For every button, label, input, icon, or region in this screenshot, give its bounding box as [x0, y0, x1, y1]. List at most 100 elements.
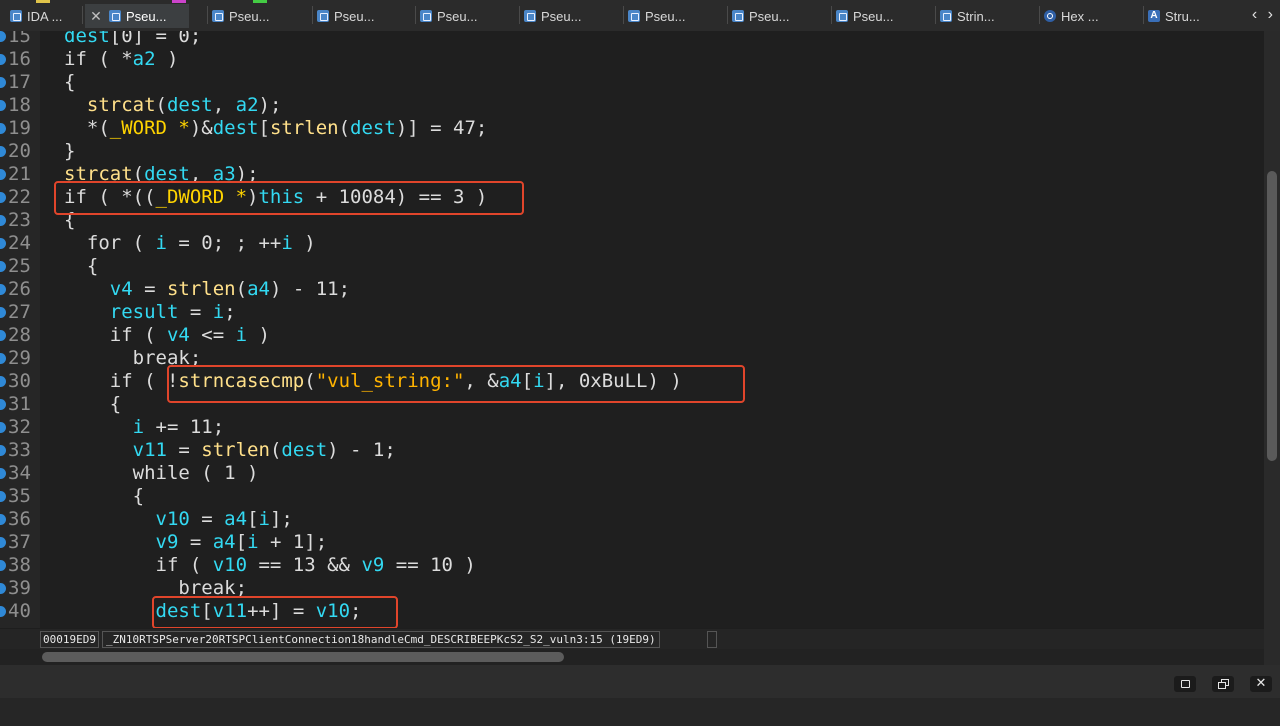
breakpoint-marker-icon[interactable] — [0, 606, 6, 617]
code-token: ( — [155, 94, 167, 116]
line-number: 38 — [8, 554, 31, 576]
breakpoint-marker-icon[interactable] — [0, 123, 6, 134]
tab-separator — [519, 6, 520, 24]
line-number: 22 — [8, 186, 31, 208]
code-line[interactable]: 17 { — [0, 71, 1264, 94]
breakpoint-marker-icon[interactable] — [0, 537, 6, 548]
breakpoint-marker-icon[interactable] — [0, 215, 6, 226]
close-icon[interactable]: ✕ — [89, 8, 103, 25]
maximize-icon — [1181, 680, 1190, 688]
panel-close-button[interactable]: ✕ — [1250, 675, 1272, 692]
code-line[interactable]: 37 v9 = a4[i + 1]; — [0, 531, 1264, 554]
vertical-scrollbar-thumb[interactable] — [1267, 171, 1277, 461]
breakpoint-marker-icon[interactable] — [0, 100, 6, 111]
breakpoint-marker-icon[interactable] — [0, 77, 6, 88]
breakpoint-marker-icon[interactable] — [0, 560, 6, 571]
tab-2[interactable]: Pseu... — [210, 4, 308, 28]
pseudocode-editor[interactable]: 15 dest[0] = 0; 16 if ( *a2 ) 17{18 strcat(d… — [0, 31, 1264, 628]
breakpoint-marker-icon[interactable] — [0, 422, 6, 433]
code-line[interactable]: 19 *(_WORD *)&dest[strlen(dest)] = 47; — [0, 117, 1264, 140]
code-line[interactable]: 24 for ( i = 0; ; ++i ) — [0, 232, 1264, 255]
line-number: 36 — [8, 508, 31, 530]
code-token: = — [132, 278, 167, 300]
breakpoint-marker-icon[interactable] — [0, 169, 6, 180]
code-token: ( — [338, 117, 351, 139]
tab-scroll-arrows[interactable]: ‹ › — [1252, 6, 1276, 24]
code-text: v11 = strlen(dest) - 1; — [64, 439, 396, 462]
code-token: { — [64, 71, 76, 93]
tab-6[interactable]: Pseu... — [626, 4, 724, 28]
breakpoint-marker-icon[interactable] — [0, 399, 6, 410]
code-line[interactable]: 28 if ( v4 <= i ) — [0, 324, 1264, 347]
code-token: dest — [281, 439, 328, 461]
tab-0[interactable]: IDA ... — [8, 4, 78, 28]
breakpoint-marker-icon[interactable] — [0, 583, 6, 594]
breakpoint-marker-icon[interactable] — [0, 514, 6, 525]
breakpoint-marker-icon[interactable] — [0, 307, 6, 318]
tab-9[interactable]: Strin... — [938, 4, 1036, 28]
panel-float-button[interactable] — [1212, 676, 1234, 692]
tab-10[interactable]: Hex ... — [1042, 4, 1140, 28]
tab-3[interactable]: Pseu... — [315, 4, 413, 28]
line-number: 26 — [8, 278, 31, 300]
breakpoint-marker-icon[interactable] — [0, 261, 6, 272]
code-line[interactable]: 38 if ( v10 == 13 && v9 == 10 ) — [0, 554, 1264, 577]
status-extra-field — [707, 631, 717, 648]
code-token: = — [166, 439, 202, 461]
tab-7[interactable]: Pseu... — [730, 4, 828, 28]
code-line[interactable]: 36 v10 = a4[i]; — [0, 508, 1264, 531]
code-text: if ( v10 == 13 && v9 == 10 ) — [64, 554, 476, 577]
breakpoint-marker-icon[interactable] — [0, 468, 6, 479]
tab-11[interactable]: A Stru... — [1146, 4, 1244, 28]
breakpoint-marker-icon[interactable] — [0, 238, 6, 249]
horizontal-scrollbar-thumb[interactable] — [42, 652, 564, 662]
tab-1[interactable]: ✕ Pseu... — [85, 4, 189, 28]
pseudocode-icon — [524, 10, 536, 22]
code-line[interactable]: 18 strcat(dest, a2); — [0, 94, 1264, 117]
breakpoint-marker-icon[interactable] — [0, 284, 6, 295]
line-number: 29 — [8, 347, 31, 369]
line-number: 20 — [8, 140, 31, 162]
breakpoint-marker-icon[interactable] — [0, 330, 6, 341]
code-token: dest — [64, 31, 110, 47]
code-line[interactable]: 34 while ( 1 ) — [0, 462, 1264, 485]
code-line[interactable]: 25 { — [0, 255, 1264, 278]
tab-5[interactable]: Pseu... — [522, 4, 620, 28]
code-line[interactable]: 35 { — [0, 485, 1264, 508]
tab-separator — [1143, 6, 1144, 24]
code-line[interactable]: 32 i += 11; — [0, 416, 1264, 439]
tab-separator — [312, 6, 313, 24]
code-text: strcat(dest, a2); — [64, 94, 282, 117]
breakpoint-marker-icon[interactable] — [0, 54, 6, 65]
horizontal-scrollbar[interactable] — [0, 649, 1264, 665]
line-number: 16 — [8, 48, 31, 70]
code-token: *( — [64, 117, 110, 139]
breakpoint-marker-icon[interactable] — [0, 353, 6, 364]
line-number: 18 — [8, 94, 31, 116]
breakpoint-marker-icon[interactable] — [0, 376, 6, 387]
breakpoint-marker-icon[interactable] — [0, 146, 6, 157]
line-number: 27 — [8, 301, 31, 323]
breakpoint-marker-icon[interactable] — [0, 192, 6, 203]
code-line[interactable]: 15 dest[0] = 0; — [0, 31, 1264, 48]
tab-4[interactable]: Pseu... — [418, 4, 516, 28]
code-token: strlen — [201, 439, 270, 461]
line-number: 33 — [8, 439, 31, 461]
vertical-scrollbar[interactable] — [1264, 31, 1280, 671]
code-line[interactable]: 20} — [0, 140, 1264, 163]
breakpoint-marker-icon[interactable] — [0, 31, 6, 42]
code-line[interactable]: 27 result = i; — [0, 301, 1264, 324]
breakpoint-marker-icon[interactable] — [0, 491, 6, 502]
code-line[interactable]: 33 v11 = strlen(dest) - 1; — [0, 439, 1264, 462]
current-address: 00019ED9 — [40, 631, 99, 648]
code-token: { — [64, 485, 145, 507]
panel-maximize-button[interactable] — [1174, 676, 1196, 692]
code-token: [0] = 0; — [109, 31, 202, 47]
code-line[interactable]: 26 v4 = strlen(a4) - 11; — [0, 278, 1264, 301]
breakpoint-marker-icon[interactable] — [0, 445, 6, 456]
code-line[interactable]: 16 if ( *a2 ) — [0, 48, 1264, 71]
code-token: a4 — [212, 531, 236, 553]
code-text: v10 = a4[i]; — [64, 508, 293, 531]
tab-8[interactable]: Pseu... — [834, 4, 932, 28]
